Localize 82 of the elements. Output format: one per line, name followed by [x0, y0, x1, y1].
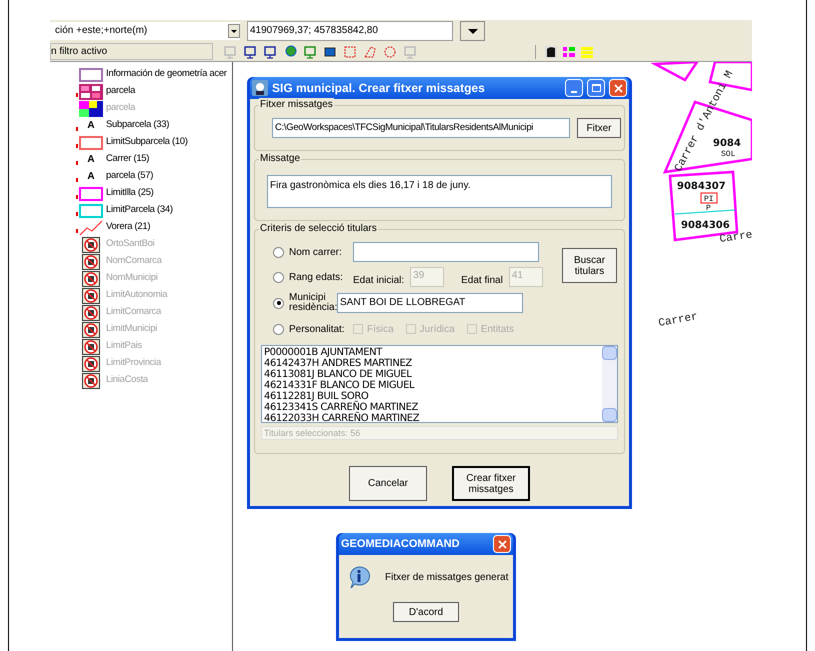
blocked-layer-icon	[82, 254, 100, 270]
radio-label: Nom carrer:	[289, 246, 343, 260]
group-label: Missatge	[259, 152, 302, 166]
message-box-title: GEOMEDIACOMMAND	[341, 536, 460, 552]
results-list[interactable]: P0000001B AJUNTAMENT 46142437H ANDRES MARTINEZ 46113081J BLANCO DE MIGUEL 46214331F BLANCO DE MIGUEL 46112281J BUIL SORO 46123341S CARREÑO MARTINEZ 46122033H CARREÑO MARTINEZ	[261, 345, 618, 423]
radio-label: Municipi residència:	[289, 293, 337, 313]
legend-item[interactable]: LimitIlla (25)	[78, 185, 232, 202]
selected-count-field: Titulars seleccionats: 56	[261, 426, 618, 440]
maximize-button[interactable]	[587, 79, 605, 97]
text-style-icon: A	[87, 171, 95, 182]
filter-field[interactable]: n filtro activo	[50, 43, 213, 60]
legend-item[interactable]: parcela	[78, 83, 232, 100]
layer-style-icon	[79, 84, 103, 100]
minimize-button[interactable]	[565, 79, 583, 97]
ok-button[interactable]: D'acord	[393, 602, 459, 622]
blocked-layer-icon	[82, 356, 100, 372]
parcel-label: PI	[704, 195, 714, 204]
message-field[interactable]: Fira gastronòmica els dies 16,17 i 18 de juny.	[267, 175, 612, 208]
list-item[interactable]: 46113081J BLANCO DE MIGUEL	[264, 369, 602, 380]
radio-label: Rang edats:	[289, 270, 344, 284]
polygon-select-icon[interactable]	[363, 44, 377, 58]
legend-item[interactable]: A parcela (57)	[78, 168, 232, 185]
street-label: Carrer	[658, 311, 699, 330]
street-name-field[interactable]	[353, 242, 539, 262]
close-button[interactable]	[493, 535, 511, 553]
app-icon	[252, 80, 268, 96]
coordinate-system-dropdown[interactable]: ción +este;+norte(m)	[50, 22, 240, 40]
legend-item[interactable]: A Subparcela (33)	[78, 117, 232, 134]
blocked-layer-icon	[82, 304, 100, 320]
list-item[interactable]: 46142437H ANDRES MARTINEZ	[264, 358, 602, 369]
blocked-layer-icon	[82, 372, 100, 388]
list-item[interactable]: 46112281J BUIL SORO	[264, 391, 602, 402]
radio-button[interactable]	[273, 246, 284, 258]
parcel-label: SOL	[721, 150, 736, 159]
circle-select-icon[interactable]	[383, 44, 397, 58]
blocked-layer-icon	[82, 288, 100, 304]
info-icon	[347, 565, 371, 589]
legend-item[interactable]: Vorera (21)	[78, 219, 232, 236]
list-item[interactable]: 46122033H CARREÑO MARTINEZ	[264, 413, 602, 424]
close-button[interactable]	[609, 79, 627, 97]
blocked-layer-icon	[82, 236, 100, 252]
blocked-layer-icon	[82, 270, 100, 286]
image-icon[interactable]	[323, 44, 337, 58]
list-item[interactable]: 46214331F BLANCO DE MIGUEL	[264, 380, 602, 391]
fitxer-button[interactable]: Fitxer	[577, 118, 621, 138]
rectangle-select-icon[interactable]	[343, 44, 357, 58]
dialog-button[interactable]: Crear fitxer missatges	[452, 466, 530, 501]
text-style-icon: A	[87, 120, 95, 131]
radio-button[interactable]	[273, 324, 284, 334]
file-path-field[interactable]: C:\GeoWorkspaces\TFCSigMunicipal\TitularsResidentsAlMunicipi	[272, 118, 570, 138]
radio-label: Personalitat:	[289, 322, 346, 336]
legend-item[interactable]: Información de geometría acer	[78, 66, 232, 83]
legend-item[interactable]: LimitParcela (34)	[78, 202, 232, 219]
group-label: Fitxer missatges	[259, 98, 334, 112]
layer-style-icon	[79, 100, 103, 116]
list-item[interactable]: 46123341S CARREÑO MARTINEZ	[264, 402, 602, 413]
message-text: Fitxer de missatges generat	[385, 570, 508, 584]
list-item[interactable]: P0000001B AJUNTAMENT	[264, 347, 602, 358]
parcel-label: 9084307	[677, 181, 726, 192]
parcel-label: P	[706, 204, 711, 213]
scroll-down-icon[interactable]	[602, 408, 617, 422]
close-icon	[498, 540, 506, 548]
parcel-label: 9084	[713, 138, 741, 149]
scroll-up-icon[interactable]	[602, 346, 617, 360]
blocked-layer-icon	[82, 338, 100, 354]
radio-button[interactable]	[273, 298, 284, 308]
close-icon	[614, 84, 622, 92]
window-title: SIG municipal. Crear fitxer missatges	[272, 80, 486, 97]
legend-item[interactable]: A Carrer (15)	[78, 151, 232, 168]
field-label: Edat inicial:	[353, 274, 404, 288]
field-label: Edat final	[461, 274, 503, 288]
municipality-field[interactable]: SANT BOI DE LLOBREGAT	[337, 293, 523, 313]
street-label: Carre	[718, 229, 752, 246]
dialog-button[interactable]: Cancelar	[349, 466, 427, 501]
search-titulars-button[interactable]: Buscar titulars	[562, 248, 617, 283]
legend-item[interactable]: LimitSubparcela (10)	[78, 134, 232, 151]
line-style-icon	[79, 220, 103, 236]
text-style-icon: A	[87, 154, 95, 165]
blocked-layer-icon	[82, 322, 100, 338]
parcel-label: 9084306	[681, 220, 730, 231]
coordinates-field[interactable]: 41907969,37; 457835842,80	[247, 21, 453, 41]
legend-colors-icon[interactable]	[562, 44, 576, 58]
